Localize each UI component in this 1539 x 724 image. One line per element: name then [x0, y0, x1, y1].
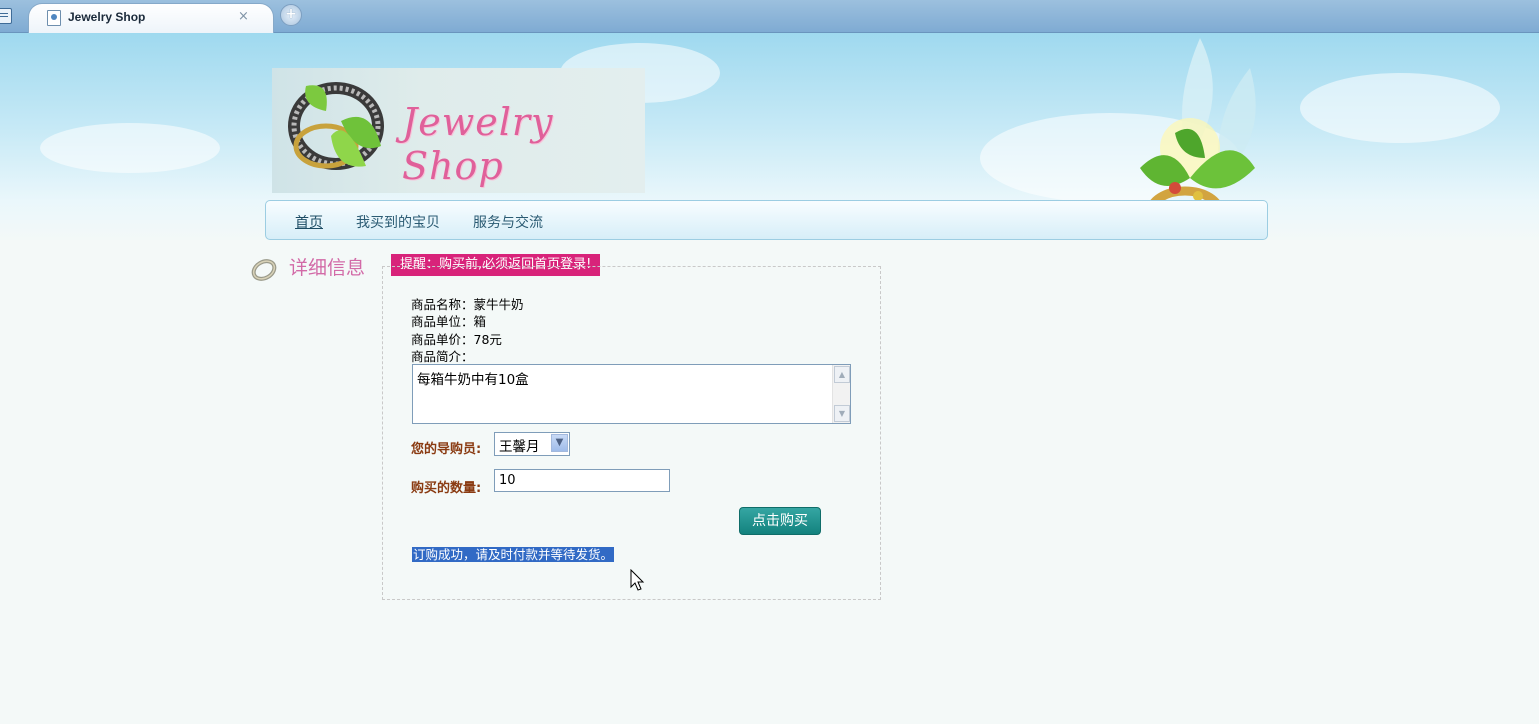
description-scrollbar[interactable]: ▲ ▼ [832, 365, 850, 423]
browser-tab-strip: Jewelry Shop × + [0, 0, 1539, 33]
product-unit: 商品单位：箱 [411, 314, 487, 329]
quantity-input[interactable] [494, 469, 670, 492]
shop-banner[interactable]: Jewelry Shop [272, 68, 645, 193]
product-intro-label: 商品简介： [411, 349, 474, 364]
chevron-down-icon[interactable]: ▼ [551, 434, 568, 452]
guide-selected-value: 王馨月 [499, 439, 540, 455]
tab-list-icon[interactable] [0, 8, 12, 24]
quantity-label: 购买的数量: [411, 481, 482, 496]
nav-item-service[interactable]: 服务与交流 [473, 212, 543, 232]
page-favicon-icon [47, 10, 61, 26]
ring-icon [251, 259, 277, 281]
mouse-cursor-icon [630, 569, 645, 591]
nav-item-my-purchases[interactable]: 我买到的宝贝 [356, 212, 440, 232]
ring-leaves-image [288, 82, 384, 170]
buy-button[interactable]: 点击购买 [739, 507, 821, 535]
guide-label: 您的导购员: [411, 442, 482, 457]
product-description-text: 每箱牛奶中有10盒 [417, 372, 529, 388]
scroll-down-arrow-icon[interactable]: ▼ [834, 405, 850, 422]
guide-select[interactable]: 王馨月 ▼ [494, 432, 570, 456]
section-title: 详细信息 [289, 257, 366, 279]
scroll-up-arrow-icon[interactable]: ▲ [834, 366, 850, 383]
shop-logo-text: Jewelry Shop [402, 100, 554, 188]
tab-title: Jewelry Shop [68, 10, 146, 24]
order-success-message: 订购成功，请及时付款并等待发货。 [412, 547, 615, 562]
nav-item-home[interactable]: 首页 [295, 212, 323, 232]
close-tab-icon[interactable]: × [238, 9, 249, 24]
main-nav: 首页 我买到的宝贝 服务与交流 [265, 200, 1268, 240]
browser-tab-jewelry-shop[interactable]: Jewelry Shop × [28, 3, 274, 33]
product-description-textarea[interactable]: 每箱牛奶中有10盒 ▲ ▼ [412, 364, 851, 424]
new-tab-button[interactable]: + [280, 4, 302, 26]
